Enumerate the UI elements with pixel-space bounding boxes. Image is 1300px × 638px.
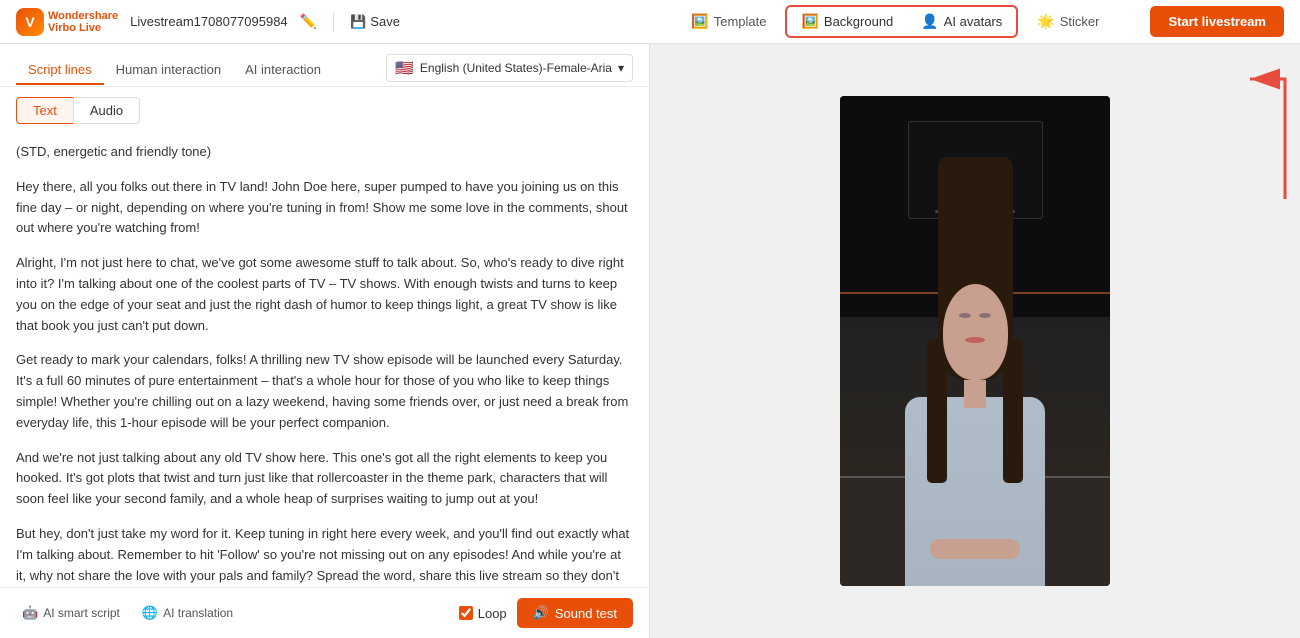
- script-content: (STD, energetic and friendly tone) Hey t…: [0, 130, 649, 587]
- text-audio-toggle: Text Audio: [0, 87, 649, 130]
- chevron-down-icon: ▾: [618, 61, 624, 75]
- main-content: Script lines Human interaction AI intera…: [0, 44, 1300, 638]
- tab-sticker[interactable]: 🌟 Sticker: [1022, 6, 1114, 37]
- ai-smart-script-button[interactable]: 🤖 AI smart script: [16, 601, 126, 625]
- arrow-annotation: [1175, 49, 1295, 209]
- tab-template[interactable]: 🖼️ Template: [676, 6, 781, 37]
- divider: [333, 12, 334, 32]
- save-icon: 💾: [350, 14, 366, 30]
- script-para-0: (STD, energetic and friendly tone): [16, 142, 633, 163]
- sticker-icon: 🌟: [1037, 13, 1054, 30]
- header-tabs: 🖼️ Template 🖼️ Background 👤 AI avatars 🌟…: [676, 5, 1114, 38]
- edit-icon[interactable]: ✏️: [300, 13, 317, 30]
- start-livestream-button[interactable]: Start livestream: [1150, 6, 1284, 37]
- flag-icon: 🇺🇸: [395, 59, 414, 77]
- script-para-4: And we're not just talking about any old…: [16, 448, 633, 510]
- ai-smart-script-icon: 🤖: [22, 605, 38, 621]
- bottom-bar: 🤖 AI smart script 🌐 AI translation Loop …: [0, 587, 649, 638]
- logo-icon: V: [16, 8, 44, 36]
- ai-avatars-icon: 👤: [921, 13, 938, 30]
- script-para-2: Alright, I'm not just here to chat, we'v…: [16, 253, 633, 336]
- save-button[interactable]: 💾 Save: [350, 14, 400, 30]
- template-icon: 🖼️: [691, 13, 708, 30]
- ai-translation-button[interactable]: 🌐 AI translation: [136, 601, 239, 625]
- tab-ai-avatars[interactable]: 👤 AI avatars: [907, 7, 1016, 36]
- app-header: V Wondershare Virbo Live Livestream17080…: [0, 0, 1300, 44]
- stream-name: Livestream1708077095984: [130, 14, 288, 29]
- tab-script-lines[interactable]: Script lines: [16, 56, 104, 85]
- sound-test-button[interactable]: 🔊 Sound test: [517, 598, 633, 628]
- language-selector[interactable]: 🇺🇸 English (United States)-Female-Aria ▾: [386, 54, 633, 82]
- tab-group-active: 🖼️ Background 👤 AI avatars: [785, 5, 1018, 38]
- logo-text: Wondershare Virbo Live: [48, 10, 118, 34]
- left-panel: Script lines Human interaction AI intera…: [0, 44, 650, 638]
- script-tabs-row: Script lines Human interaction AI intera…: [0, 44, 649, 87]
- loop-toggle[interactable]: Loop: [459, 606, 507, 621]
- ai-translation-icon: 🌐: [142, 605, 158, 621]
- tab-background[interactable]: 🖼️ Background: [787, 7, 907, 36]
- right-panel: [650, 44, 1300, 638]
- tab-human-interaction[interactable]: Human interaction: [104, 56, 234, 85]
- tab-ai-interaction[interactable]: AI interaction: [233, 56, 333, 85]
- audio-toggle-button[interactable]: Audio: [73, 97, 140, 124]
- loop-checkbox[interactable]: [459, 606, 473, 620]
- sound-icon: 🔊: [533, 605, 549, 621]
- script-para-1: Hey there, all you folks out there in TV…: [16, 177, 633, 239]
- text-toggle-button[interactable]: Text: [16, 97, 73, 124]
- script-para-5: But hey, don't just take my word for it.…: [16, 524, 633, 587]
- script-para-3: Get ready to mark your calendars, folks!…: [16, 350, 633, 433]
- virbo-logo: V Wondershare Virbo Live: [16, 8, 118, 36]
- avatar-container: [840, 96, 1110, 586]
- background-icon: 🖼️: [801, 13, 818, 30]
- logo-area: V Wondershare Virbo Live: [16, 8, 118, 36]
- avatar-preview: [840, 96, 1110, 586]
